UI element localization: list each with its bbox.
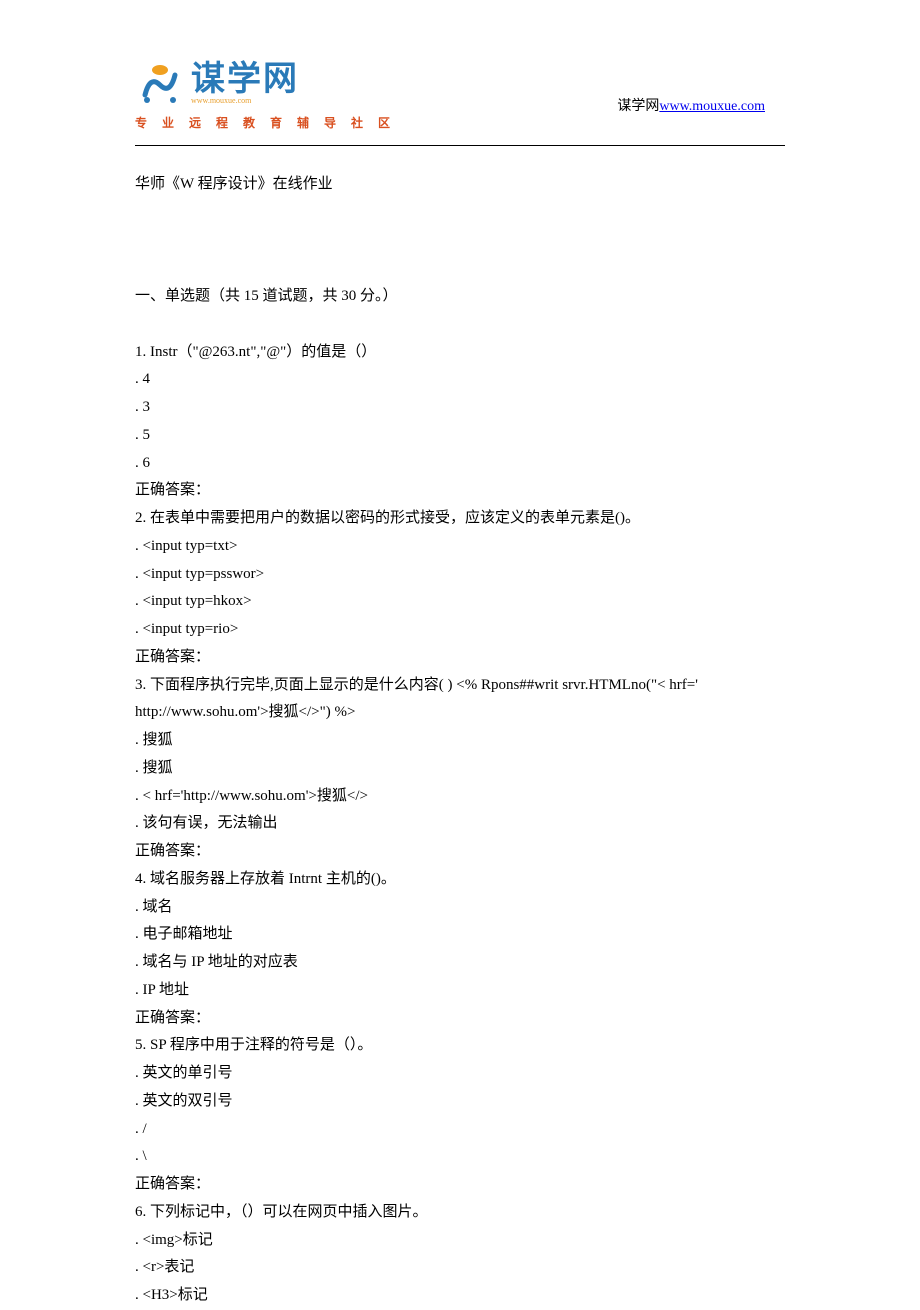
document-body: 华师《W 程序设计》在线作业 一、单选题（共 15 道试题，共 30 分。） 1… bbox=[0, 171, 920, 1310]
q3-answer: 正确答案： bbox=[135, 838, 785, 866]
q2-answer: 正确答案： bbox=[135, 644, 785, 672]
section-heading: 一、单选题（共 15 道试题，共 30 分。） bbox=[135, 283, 785, 311]
q4-option-c: . 域名与 IP 地址的对应表 bbox=[135, 949, 785, 977]
logo-tagline: 专 业 远 程 教 育 辅 导 社 区 bbox=[135, 112, 396, 134]
doc-title: 华师《W 程序设计》在线作业 bbox=[135, 171, 785, 199]
logo-text: 谋学网 bbox=[191, 62, 299, 96]
site-label: 谋学网 bbox=[617, 99, 659, 114]
q4-option-d: . IP 地址 bbox=[135, 977, 785, 1005]
q1-stem: 1. Instr（"@263.nt","@"）的值是（） bbox=[135, 339, 785, 367]
q4-stem: 4. 域名服务器上存放着 Intrnt 主机的()。 bbox=[135, 866, 785, 894]
q3-stem-line1: 3. 下面程序执行完毕,页面上显示的是什么内容( ) <% Rpons##wri… bbox=[135, 672, 785, 700]
q1-option-b: . 3 bbox=[135, 394, 785, 422]
q3-option-a: . 搜狐 bbox=[135, 727, 785, 755]
q1-option-a: . 4 bbox=[135, 366, 785, 394]
q2-option-c: . <input typ=hkox> bbox=[135, 588, 785, 616]
site-url-link[interactable]: www.mouxue.com bbox=[659, 99, 765, 114]
q3-stem-line2: http://www.sohu.om'>搜狐</>") %> bbox=[135, 699, 785, 727]
q5-option-c: . / bbox=[135, 1116, 785, 1144]
q6-option-b: . <r>表记 bbox=[135, 1254, 785, 1282]
q1-option-d: . 6 bbox=[135, 450, 785, 478]
q3-option-d: . 该句有误，无法输出 bbox=[135, 810, 785, 838]
page-header: 谋学网 www.mouxue.com 专 业 远 程 教 育 辅 导 社 区 谋… bbox=[0, 0, 920, 145]
q2-stem: 2. 在表单中需要把用户的数据以密码的形式接受，应该定义的表单元素是()。 bbox=[135, 505, 785, 533]
q5-option-b: . 英文的双引号 bbox=[135, 1088, 785, 1116]
header-link-area: 谋学网www.mouxue.com bbox=[617, 94, 765, 120]
q5-stem: 5. SP 程序中用于注释的符号是（）。 bbox=[135, 1032, 785, 1060]
q1-option-c: . 5 bbox=[135, 422, 785, 450]
q5-answer: 正确答案： bbox=[135, 1171, 785, 1199]
q1-answer: 正确答案： bbox=[135, 477, 785, 505]
q6-option-c: . <H3>标记 bbox=[135, 1282, 785, 1310]
q6-stem: 6. 下列标记中，（）可以在网页中插入图片。 bbox=[135, 1199, 785, 1227]
logo-icon bbox=[135, 60, 185, 110]
q2-option-d: . <input typ=rio> bbox=[135, 616, 785, 644]
q6-option-a: . <img>标记 bbox=[135, 1227, 785, 1255]
q5-option-a: . 英文的单引号 bbox=[135, 1060, 785, 1088]
q5-option-d: . \ bbox=[135, 1143, 785, 1171]
q2-option-b: . <input typ=psswor> bbox=[135, 561, 785, 589]
site-logo: 谋学网 www.mouxue.com 专 业 远 程 教 育 辅 导 社 区 bbox=[135, 60, 396, 134]
header-divider bbox=[135, 145, 785, 146]
q2-option-a: . <input typ=txt> bbox=[135, 533, 785, 561]
q4-option-a: . 域名 bbox=[135, 894, 785, 922]
q4-answer: 正确答案： bbox=[135, 1005, 785, 1033]
q4-option-b: . 电子邮箱地址 bbox=[135, 921, 785, 949]
q3-option-c: . < hrf='http://www.sohu.om'>搜狐</> bbox=[135, 783, 785, 811]
q3-option-b: . 搜狐 bbox=[135, 755, 785, 783]
